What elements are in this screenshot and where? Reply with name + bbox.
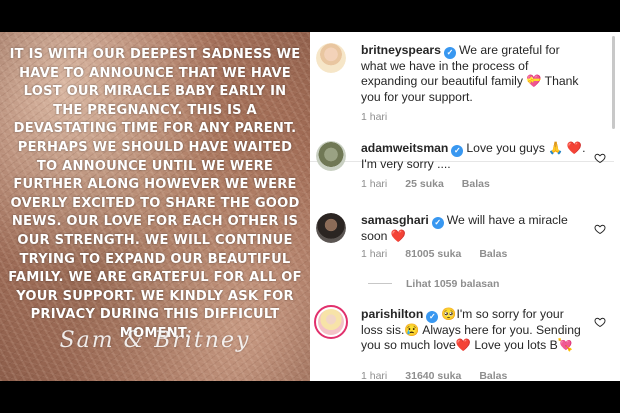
reply-button[interactable]: Balas [479,248,507,260]
view-replies-button[interactable]: Lihat 1059 balasan [368,278,499,290]
heart-outline-icon[interactable] [594,316,606,328]
comment-item: parishilton ✓ 🥺I'm so sorry for your loss … [314,305,606,381]
replies-line [368,283,392,284]
verified-badge-icon: ✓ [431,217,444,229]
comment-time[interactable]: 1 hari [361,248,387,260]
comment-body: parishilton ✓ 🥺I'm so sorry for your loss … [361,307,586,354]
comments-panel[interactable]: britneyspears ✓ We are grateful for what w… [310,32,620,381]
comment-body: samasghari ✓ We will have a miracle soon ❤… [361,213,586,244]
caption: britneyspears ✓ We are grateful for what w… [316,43,606,143]
comment-username[interactable]: parishilton [361,307,423,321]
post-viewer: It is with our deepest sadness we have t… [0,32,620,381]
reply-button[interactable]: Balas [479,370,507,381]
comment-username[interactable]: adamweitsman [361,141,448,155]
verified-badge-icon: ✓ [443,47,456,59]
post-image[interactable]: It is with our deepest sadness we have t… [0,32,310,381]
like-count[interactable]: 31640 suka [405,370,461,381]
avatar[interactable] [316,213,346,243]
avatar[interactable] [316,43,346,73]
verified-badge-icon: ✓ [426,311,439,323]
comment-time[interactable]: 1 hari [361,178,387,190]
caption-meta: 1 hari [361,111,405,123]
avatar[interactable] [314,305,348,339]
view-replies-label: Lihat 1059 balasan [406,278,500,290]
comment-body: adamweitsman ✓ Love you guys 🙏 ❤️. I'm ver… [361,141,586,172]
signature-text: Sam & Britney [59,328,251,353]
comment-item: adamweitsman ✓ Love you guys 🙏 ❤️. I'm ver… [316,141,606,191]
verified-badge-icon: ✓ [451,145,464,157]
comment-meta: 1 hari 31640 suka Balas [361,370,525,381]
heart-outline-icon[interactable] [594,152,606,164]
comment-meta: 1 hari 81005 suka Balas [361,248,525,260]
announcement-text: It is with our deepest sadness we have t… [8,47,302,341]
heart-outline-icon[interactable] [594,223,606,235]
avatar[interactable] [316,141,346,171]
comment-time[interactable]: 1 hari [361,370,387,381]
scrollbar[interactable] [612,36,615,129]
reply-button[interactable]: Balas [462,178,490,190]
comment-meta: 1 hari 25 suka Balas [361,178,508,190]
caption-username[interactable]: britneyspears [361,43,441,57]
caption-body: britneyspears ✓ We are grateful for what w… [361,43,586,105]
like-count[interactable]: 25 suka [405,178,444,190]
caption-time[interactable]: 1 hari [361,111,387,123]
like-count[interactable]: 81005 suka [405,248,461,260]
comment-username[interactable]: samasghari [361,213,429,227]
comment-item: samasghari ✓ We will have a miracle soon ❤… [316,213,606,263]
